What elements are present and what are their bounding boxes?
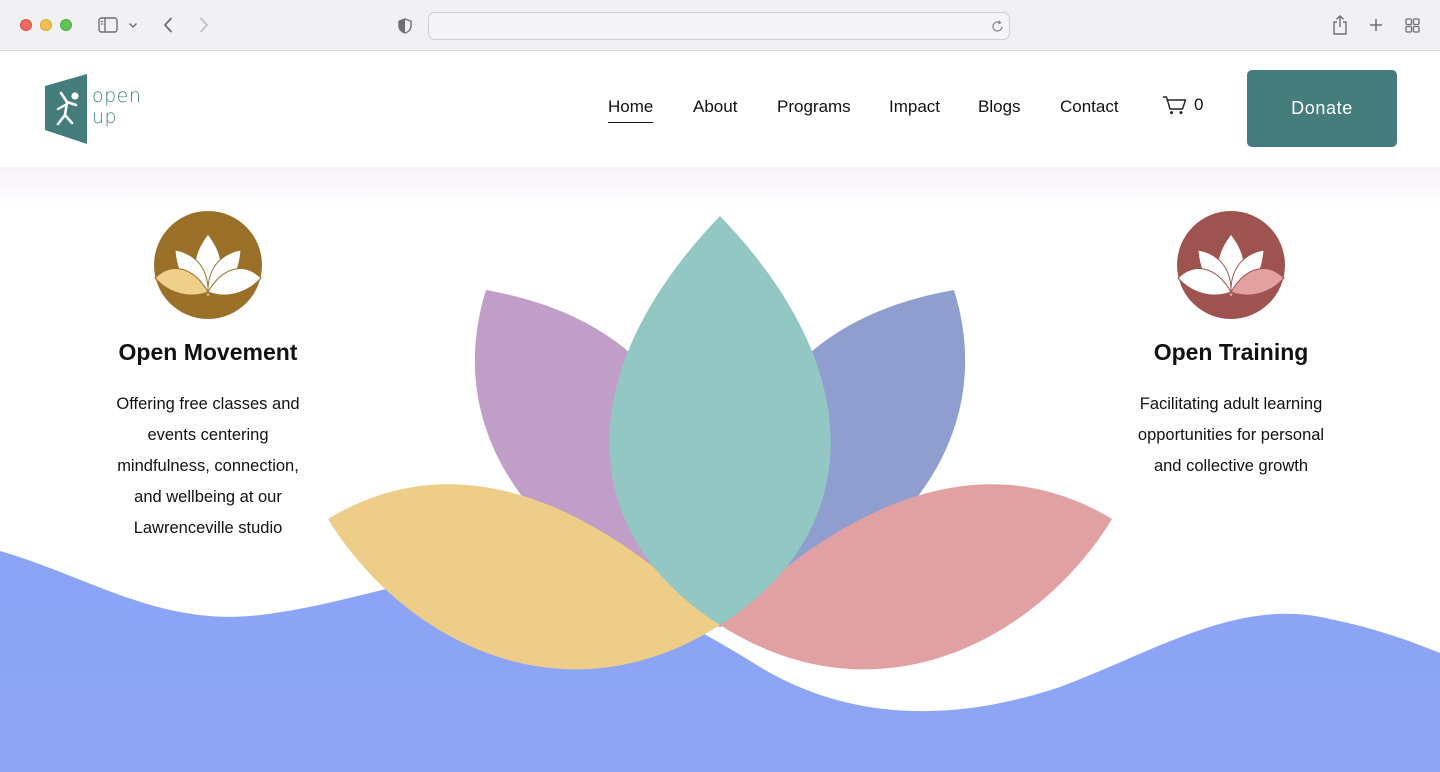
nav-home[interactable]: Home	[608, 97, 654, 123]
nav-impact[interactable]: Impact	[889, 97, 940, 122]
sidebar-icon[interactable]	[98, 16, 118, 34]
description-line: mindfulness, connection,	[117, 457, 299, 475]
logo-line-up: up	[92, 106, 118, 128]
cart-button[interactable]: 0	[1162, 95, 1203, 115]
logo[interactable]: open up	[44, 74, 154, 144]
program-description: Offering free classes and events centeri…	[80, 389, 336, 544]
lotus-icon	[1177, 211, 1285, 319]
nav-programs[interactable]: Programs	[777, 97, 851, 122]
zoom-window-button[interactable]	[60, 19, 72, 31]
minimize-window-button[interactable]	[40, 19, 52, 31]
program-title: Open Movement	[118, 339, 298, 365]
shield-icon[interactable]	[397, 17, 413, 35]
forward-icon[interactable]	[196, 15, 212, 35]
description-line: Facilitating adult learning	[1139, 395, 1323, 413]
program-title: Open Training	[1153, 339, 1309, 365]
close-window-button[interactable]	[20, 19, 32, 31]
program-open-movement: Open Movement Offering free classes and …	[80, 210, 336, 544]
description-line: and wellbeing at our	[134, 488, 282, 506]
logo-text: open up	[92, 86, 141, 128]
back-icon[interactable]	[160, 15, 176, 35]
tab-overview-icon[interactable]	[1404, 17, 1420, 33]
program-open-training: Open Training Facilitating adult learnin…	[1103, 210, 1359, 482]
lotus-icon	[154, 211, 262, 319]
program-description: Facilitating adult learning opportunitie…	[1103, 389, 1359, 482]
reload-icon[interactable]	[990, 19, 1004, 33]
nav-contact[interactable]: Contact	[1060, 97, 1119, 122]
description-line: opportunities for personal	[1137, 426, 1325, 444]
description-line: Lawrenceville studio	[133, 519, 283, 537]
new-tab-icon[interactable]	[1368, 17, 1384, 33]
description-line: and collective growth	[1153, 457, 1309, 475]
logo-figure-icon	[45, 74, 87, 144]
cart-icon	[1163, 96, 1187, 115]
chevron-down-icon[interactable]	[127, 20, 139, 30]
nav-blogs[interactable]: Blogs	[978, 97, 1021, 122]
browser-toolbar	[0, 0, 1440, 51]
nav-about[interactable]: About	[693, 97, 737, 122]
address-bar[interactable]	[428, 12, 1010, 40]
donate-button[interactable]: Donate	[1247, 70, 1397, 147]
description-line: events centering	[147, 426, 269, 444]
lotus-graphic	[328, 216, 1112, 670]
description-line: Offering free classes and	[116, 395, 300, 413]
share-icon[interactable]	[1331, 14, 1349, 36]
logo-line-open: open	[92, 85, 142, 107]
cart-count: 0	[1194, 95, 1204, 114]
site-header: open up Home About Programs Impact Blogs…	[0, 51, 1440, 167]
